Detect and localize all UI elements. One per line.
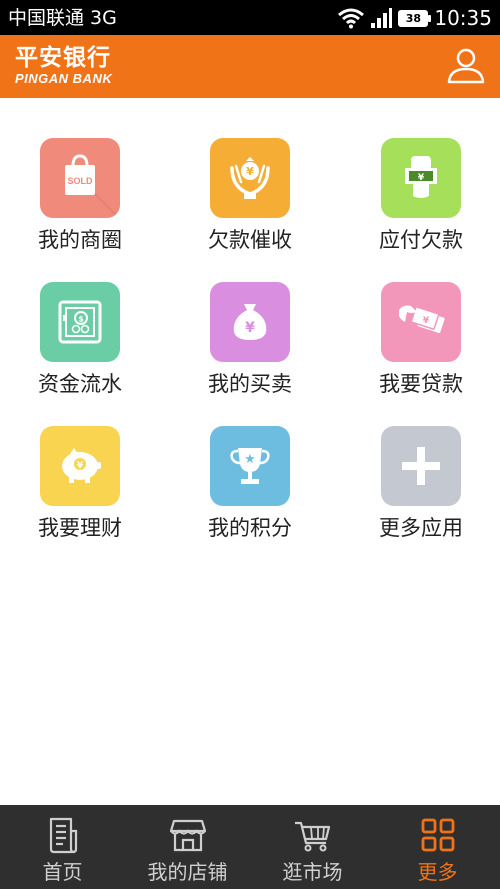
grid-item-my-business-circle[interactable]: SOLD 我的商圈 xyxy=(0,138,160,268)
tile-label: 应付欠款 xyxy=(379,228,463,252)
svg-text:¥: ¥ xyxy=(418,173,425,183)
bank-name-cn: 平安银行 xyxy=(15,45,111,71)
hand-cash-icon: ¥ xyxy=(405,156,437,198)
grid-item-apply-loan[interactable]: ¥ 我要贷款 xyxy=(341,282,500,412)
bank-logo: 平安银行 PINGAN BANK xyxy=(15,45,112,86)
nav-item-my-store[interactable]: 我的店铺 xyxy=(125,805,250,889)
signal-icon xyxy=(371,8,393,28)
money-bag-hands-icon: ¥ xyxy=(230,157,270,199)
svg-text:SOLD: SOLD xyxy=(67,176,93,186)
tile-label: 我要贷款 xyxy=(379,372,463,396)
app-header: 平安银行 PINGAN BANK xyxy=(0,35,500,98)
tile-background: ¥ xyxy=(381,282,461,362)
svg-text:$: $ xyxy=(78,315,84,324)
tile-label: 欠款催收 xyxy=(208,228,292,252)
trophy-icon: ★ xyxy=(230,448,270,484)
svg-text:¥: ¥ xyxy=(423,316,430,326)
svg-text:¥: ¥ xyxy=(246,165,254,178)
money-sack-icon: ¥ xyxy=(233,304,267,340)
document-icon xyxy=(49,817,77,854)
grid-item-wealth-management[interactable]: ¥ 我要理财 xyxy=(0,426,160,556)
nav-label: 逛市场 xyxy=(282,860,343,884)
grid-item-accounts-payable[interactable]: ¥ 应付欠款 xyxy=(341,138,500,268)
plus-icon xyxy=(402,447,440,485)
bottom-nav: 首页 我的店铺 逛市场 更多 xyxy=(0,805,500,889)
tile-label: 我要理财 xyxy=(38,516,122,540)
svg-text:¥: ¥ xyxy=(245,320,255,336)
tile-label: 我的买卖 xyxy=(208,372,292,396)
tile-background: ¥ xyxy=(210,138,290,218)
grid-item-my-trading[interactable]: ¥ 我的买卖 xyxy=(170,282,330,412)
safe-icon: $ xyxy=(58,300,102,344)
svg-text:★: ★ xyxy=(244,452,256,467)
clock: 10:35 xyxy=(434,6,492,30)
battery-icon: 38 xyxy=(398,9,432,27)
nav-item-browse-market[interactable]: 逛市场 xyxy=(250,805,375,889)
grid-item-more-apps[interactable]: 更多应用 xyxy=(341,426,500,556)
tile-background: ★ xyxy=(210,426,290,506)
tile-background xyxy=(381,426,461,506)
shopping-bag-icon: SOLD xyxy=(65,154,120,218)
user-icon[interactable] xyxy=(446,45,486,85)
tile-background: ¥ xyxy=(210,282,290,362)
tile-background: $ xyxy=(40,282,120,362)
tile-background: SOLD xyxy=(40,138,120,218)
svg-text:¥: ¥ xyxy=(77,461,84,471)
tile-label: 我的商圈 xyxy=(38,228,122,252)
nav-label: 更多 xyxy=(417,860,458,884)
nav-item-home[interactable]: 首页 xyxy=(0,805,125,889)
piggy-bank-icon: ¥ xyxy=(62,448,101,483)
nav-label: 首页 xyxy=(42,860,83,884)
status-indicators: 38 10:35 xyxy=(338,5,492,31)
tile-label: 资金流水 xyxy=(38,372,122,396)
nav-item-more[interactable]: 更多 xyxy=(375,805,500,889)
tile-background: ¥ xyxy=(40,426,120,506)
tile-label: 我的积分 xyxy=(208,516,292,540)
wifi-icon xyxy=(338,8,365,29)
status-bar: 中国联通 3G 38 10:35 xyxy=(0,0,500,35)
grid-item-fund-flow[interactable]: $ 资金流水 xyxy=(0,282,160,412)
store-icon xyxy=(169,819,206,852)
grid-item-my-points[interactable]: ★ 我的积分 xyxy=(170,426,330,556)
tile-label: 更多应用 xyxy=(379,516,463,540)
shopping-cart-icon xyxy=(294,821,330,852)
nav-label: 我的店铺 xyxy=(147,860,228,884)
bank-name-en: PINGAN BANK xyxy=(15,71,113,86)
tile-background: ¥ xyxy=(381,138,461,218)
grid-item-debt-collection[interactable]: ¥ 欠款催收 xyxy=(170,138,330,268)
hand-banknotes-icon: ¥ xyxy=(399,305,445,334)
carrier-label: 中国联通 3G xyxy=(8,7,117,29)
grid-icon xyxy=(421,818,454,852)
